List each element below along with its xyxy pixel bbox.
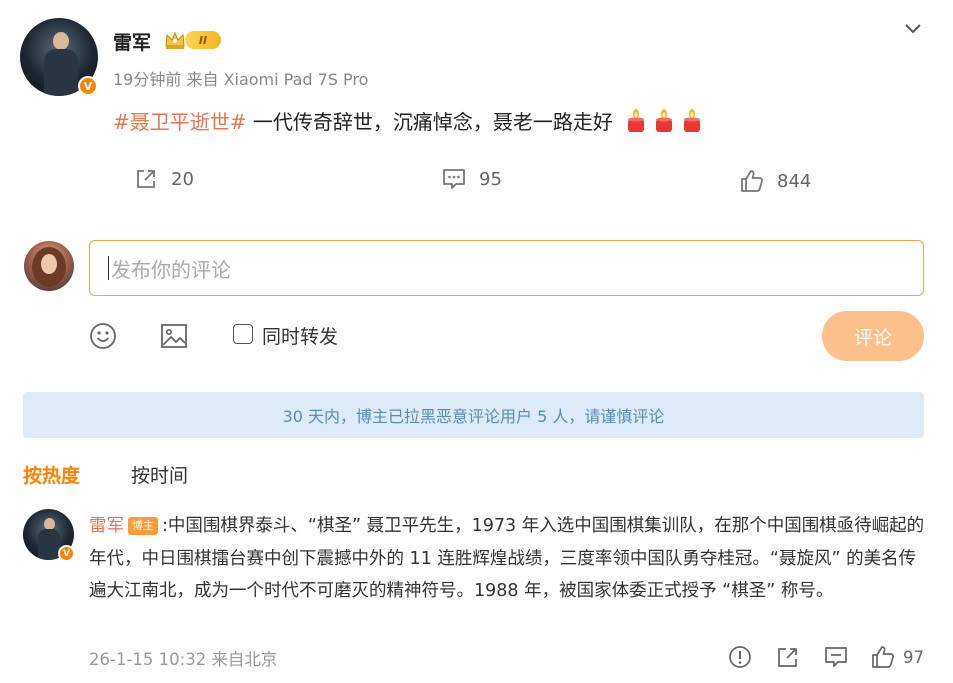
verified-v-icon: V [78, 76, 98, 96]
image-icon[interactable] [160, 322, 188, 350]
sort-by-hot-tab[interactable]: 按热度 [23, 461, 80, 488]
comment-icon[interactable] [824, 645, 848, 669]
like-icon[interactable] [871, 645, 895, 669]
comment-text: :中国围棋界泰斗、“棋圣” 聂卫平先生，1973 年入选中国围棋集训队，在那个中… [89, 516, 925, 601]
author-name[interactable]: 雷军 [113, 28, 151, 55]
repost-count: 20 [171, 168, 194, 190]
repost-button[interactable]: 20 [133, 166, 194, 192]
like-icon [741, 170, 764, 192]
repost-checkbox-label[interactable]: 同时转发 [262, 322, 338, 349]
verified-v-icon: V [58, 545, 75, 562]
candle-icon [656, 109, 673, 132]
post-meta: 19分钟前 来自 Xiaomi Pad 7S Pro [113, 70, 369, 89]
like-button[interactable]: 844 [739, 168, 811, 194]
comment-input[interactable]: 发布你的评论 [89, 240, 924, 296]
comment-count: 95 [479, 168, 502, 190]
moderation-notice: 30 天内，博主已拉黑恶意评论用户 5 人，请谨慎评论 [23, 392, 924, 438]
level-badge: II [185, 31, 221, 49]
comment-input-placeholder: 发布你的评论 [111, 257, 231, 282]
hashtag-link[interactable]: #聂卫平逝世# [113, 110, 247, 134]
crown-icon [165, 31, 185, 49]
report-icon[interactable] [728, 645, 752, 669]
sort-by-time-tab[interactable]: 按时间 [131, 461, 188, 488]
post-body-text: 一代传奇辞世，沉痛悼念，聂老一路走好 [246, 110, 613, 134]
current-user-avatar[interactable] [24, 241, 74, 291]
comment-text-block: 雷军 博主:中国围棋界泰斗、“棋圣” 聂卫平先生，1973 年入选中国围棋集训队，… [89, 510, 929, 608]
candle-icon [628, 109, 645, 132]
repost-icon[interactable] [776, 645, 800, 669]
repost-icon [137, 170, 155, 188]
submit-comment-button[interactable]: 评论 [822, 311, 924, 361]
chevron-down-icon[interactable] [903, 21, 923, 37]
repost-checkbox[interactable] [233, 324, 253, 344]
comment-button[interactable]: 95 [441, 166, 502, 192]
candle-icon [684, 109, 701, 132]
comment-like-count: 97 [903, 648, 924, 667]
comment-icon [443, 169, 465, 189]
author-badge: 博主 [128, 517, 158, 535]
comment-meta: 26-1-15 10:32 来自北京 [89, 650, 278, 669]
emoji-icon[interactable] [89, 322, 117, 350]
like-count: 844 [777, 170, 812, 192]
post-text: #聂卫平逝世# 一代传奇辞世，沉痛悼念，聂老一路走好 [113, 106, 703, 135]
comment-author-name[interactable]: 雷军 [89, 516, 124, 536]
